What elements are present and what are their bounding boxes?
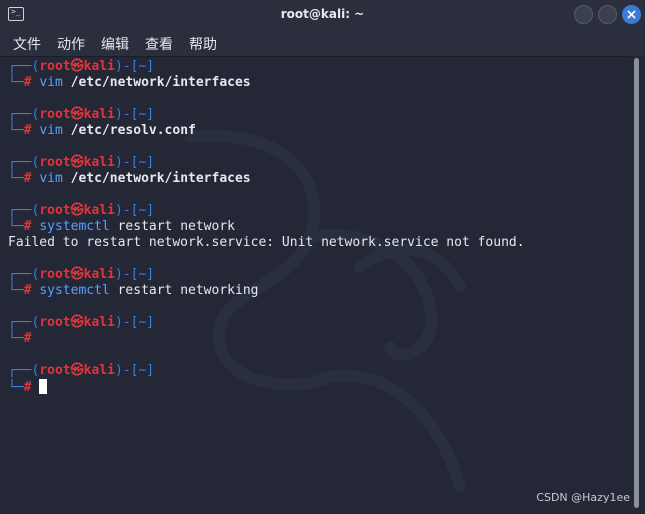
close-button[interactable] [622, 5, 641, 24]
prompt-frame: └─ [8, 123, 24, 138]
prompt-hash: # [23, 219, 40, 234]
prompt-path: )-[~] [114, 315, 155, 330]
command-args: restart network [117, 219, 235, 234]
prompt-user: root㉿kali [39, 363, 115, 378]
prompt-frame: └─ [8, 283, 24, 298]
prompt-frame: ┌──( [8, 203, 40, 218]
menu-view[interactable]: 查看 [145, 34, 173, 54]
command-line: └─# systemctl restart networking [8, 283, 258, 299]
prompt-user: root㉿kali [39, 267, 115, 282]
minimize-button[interactable] [574, 5, 593, 24]
command-name: vim [39, 171, 71, 186]
prompt-frame: ┌──( [8, 59, 40, 74]
output-line: Failed to restart network.service: Unit … [8, 235, 525, 250]
command-line: └─# [8, 331, 39, 347]
terminal-window: >_ root@kali: ~ 文件 动作 编辑 查看 帮助 ┌──(root㉿… [0, 0, 645, 514]
prompt-user: root㉿kali [39, 315, 115, 330]
prompt-user: root㉿kali [39, 107, 115, 122]
title-bar[interactable]: >_ root@kali: ~ [0, 0, 645, 30]
command-args: /etc/network/interfaces [70, 75, 251, 90]
prompt-path: )-[~] [114, 203, 155, 218]
close-icon [627, 10, 636, 19]
prompt-path: )-[~] [114, 155, 155, 170]
prompt-frame: ┌──( [8, 315, 40, 330]
prompt-user: root㉿kali [39, 155, 115, 170]
text-cursor [39, 379, 48, 394]
command-line: └─# vim /etc/resolv.conf [8, 123, 196, 139]
menu-bar: 文件 动作 编辑 查看 帮助 [0, 30, 645, 57]
terminal-output[interactable]: ┌──(root㉿kali)-[~] └─# vim /etc/network/i… [0, 57, 630, 514]
prompt-frame: ┌──( [8, 363, 40, 378]
command-args: restart networking [117, 283, 259, 298]
menu-edit[interactable]: 编辑 [101, 34, 129, 54]
prompt-frame: ┌──( [8, 107, 40, 122]
prompt-user: root㉿kali [39, 59, 115, 74]
command-name: vim [39, 123, 71, 138]
prompt-line: ┌──(root㉿kali)-[~] [8, 267, 154, 283]
command-name: vim [39, 75, 71, 90]
watermark-text: CSDN @Hazy1ee [536, 491, 630, 504]
menu-help[interactable]: 帮助 [189, 34, 217, 54]
prompt-path: )-[~] [114, 59, 155, 74]
prompt-user: root㉿kali [39, 203, 115, 218]
prompt-path: )-[~] [114, 267, 155, 282]
prompt-path: )-[~] [114, 363, 155, 378]
prompt-hash: # [23, 123, 40, 138]
menu-action[interactable]: 动作 [57, 34, 85, 54]
command-line: └─# vim /etc/network/interfaces [8, 171, 251, 187]
prompt-hash: # [23, 331, 40, 346]
command-args: /etc/resolv.conf [70, 123, 196, 138]
prompt-hash: # [23, 283, 40, 298]
prompt-frame: └─ [8, 331, 24, 346]
prompt-line: ┌──(root㉿kali)-[~] [8, 363, 154, 379]
window-title: root@kali: ~ [280, 7, 365, 21]
menu-file[interactable]: 文件 [13, 34, 41, 54]
prompt-path: )-[~] [114, 107, 155, 122]
prompt-frame: └─ [8, 380, 24, 395]
prompt-line: ┌──(root㉿kali)-[~] [8, 107, 154, 123]
scrollbar-thumb[interactable] [634, 58, 639, 508]
command-name: systemctl [39, 219, 118, 234]
prompt-frame: ┌──( [8, 267, 40, 282]
prompt-frame: └─ [8, 171, 24, 186]
prompt-line: ┌──(root㉿kali)-[~] [8, 315, 154, 331]
maximize-button[interactable] [598, 5, 617, 24]
prompt-line: ┌──(root㉿kali)-[~] [8, 155, 154, 171]
command-name: systemctl [39, 283, 118, 298]
command-line: └─# vim /etc/network/interfaces [8, 75, 251, 91]
command-line: └─# systemctl restart network [8, 219, 235, 235]
command-line: └─# [8, 379, 48, 395]
prompt-line: ┌──(root㉿kali)-[~] [8, 203, 154, 219]
vertical-scrollbar[interactable] [630, 56, 645, 514]
prompt-hash: # [23, 380, 40, 395]
prompt-hash: # [23, 75, 40, 90]
prompt-frame: └─ [8, 75, 24, 90]
prompt-hash: # [23, 171, 40, 186]
prompt-line: ┌──(root㉿kali)-[~] [8, 59, 154, 75]
prompt-frame: ┌──( [8, 155, 40, 170]
command-args: /etc/network/interfaces [70, 171, 251, 186]
prompt-frame: └─ [8, 219, 24, 234]
